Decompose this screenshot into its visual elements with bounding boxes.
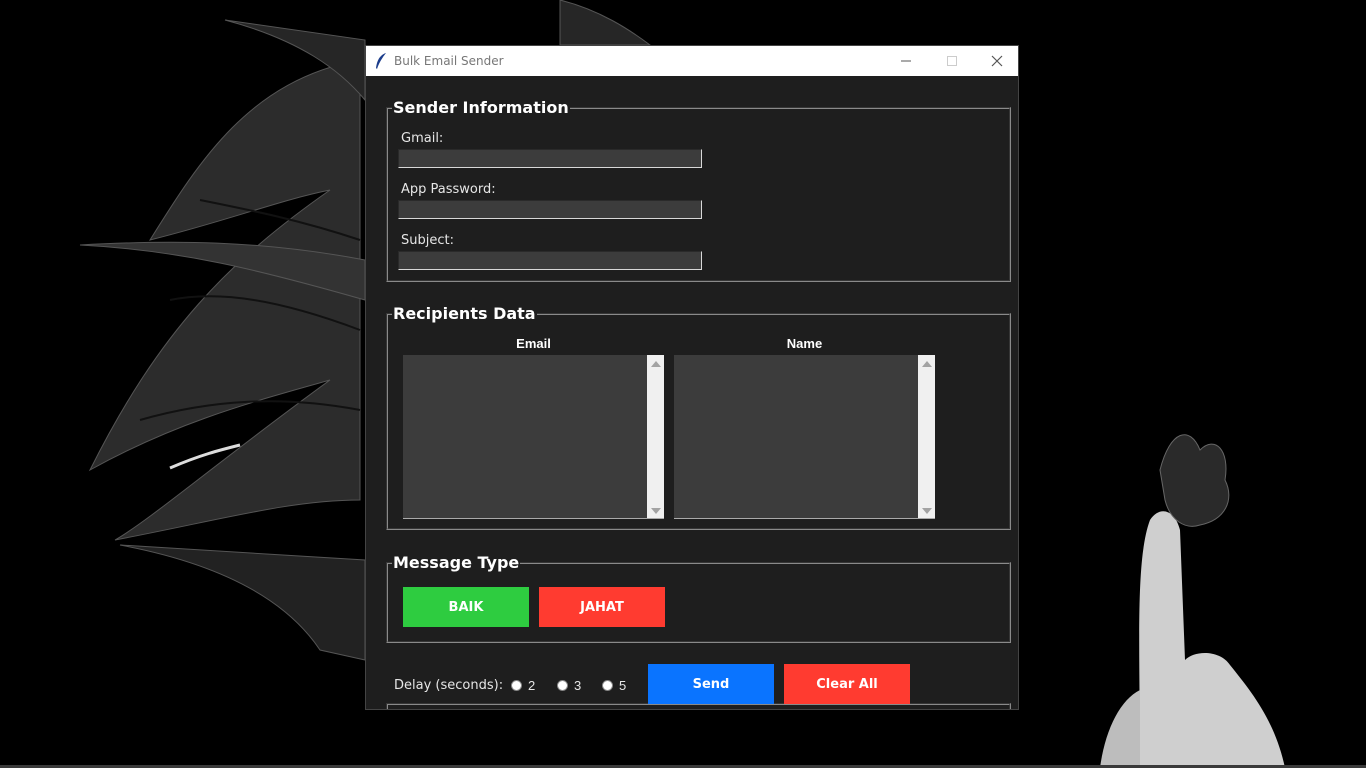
scroll-up-arrow-icon[interactable] [651,361,661,367]
sender-info-legend: Sender Information [393,98,569,117]
name-scrollbar[interactable] [918,355,935,518]
message-type-legend: Message Type [393,553,520,572]
close-icon [991,55,1003,67]
minimize-button[interactable] [883,46,929,76]
bottom-group [386,703,1011,709]
close-button[interactable] [974,46,1018,76]
scroll-up-arrow-icon[interactable] [922,361,932,367]
delay-option-label: 3 [574,678,582,693]
recipients-legend: Recipients Data [393,304,536,323]
feather-icon [376,53,386,69]
title-bar[interactable]: Bulk Email Sender [366,46,1018,76]
gmail-input[interactable] [398,149,702,168]
delay-option-5[interactable]: 5 [602,678,626,693]
subject-input[interactable] [398,251,702,270]
minimize-icon [901,60,911,62]
scroll-down-arrow-icon[interactable] [922,508,932,514]
baik-button[interactable]: BAIK [403,587,529,627]
radio-circle-icon[interactable] [557,680,568,691]
delay-option-label: 2 [528,678,536,693]
name-column-header: Name [786,336,823,351]
send-button[interactable]: Send [648,664,774,704]
scroll-down-arrow-icon[interactable] [651,508,661,514]
delay-option-3[interactable]: 3 [557,678,581,693]
subject-label: Subject: [401,233,454,248]
app-password-input[interactable] [398,200,702,219]
maximize-button[interactable] [929,46,975,76]
window-title: Bulk Email Sender [394,54,504,68]
app-window: Bulk Email Sender Sender Information Gma… [365,45,1019,710]
maximize-icon [947,56,957,66]
app-password-label: App Password: [401,182,496,197]
email-column-header: Email [516,336,551,351]
clear-all-button[interactable]: Clear All [784,664,910,704]
email-scrollbar[interactable] [647,355,664,518]
email-textarea[interactable] [403,355,664,519]
delay-option-2[interactable]: 2 [511,678,535,693]
radio-circle-icon[interactable] [602,680,613,691]
gmail-label: Gmail: [401,131,444,146]
jahat-button[interactable]: JAHAT [539,587,665,627]
delay-label: Delay (seconds): [394,678,504,693]
radio-circle-icon[interactable] [511,680,522,691]
delay-option-label: 5 [619,678,627,693]
name-textarea[interactable] [674,355,935,519]
